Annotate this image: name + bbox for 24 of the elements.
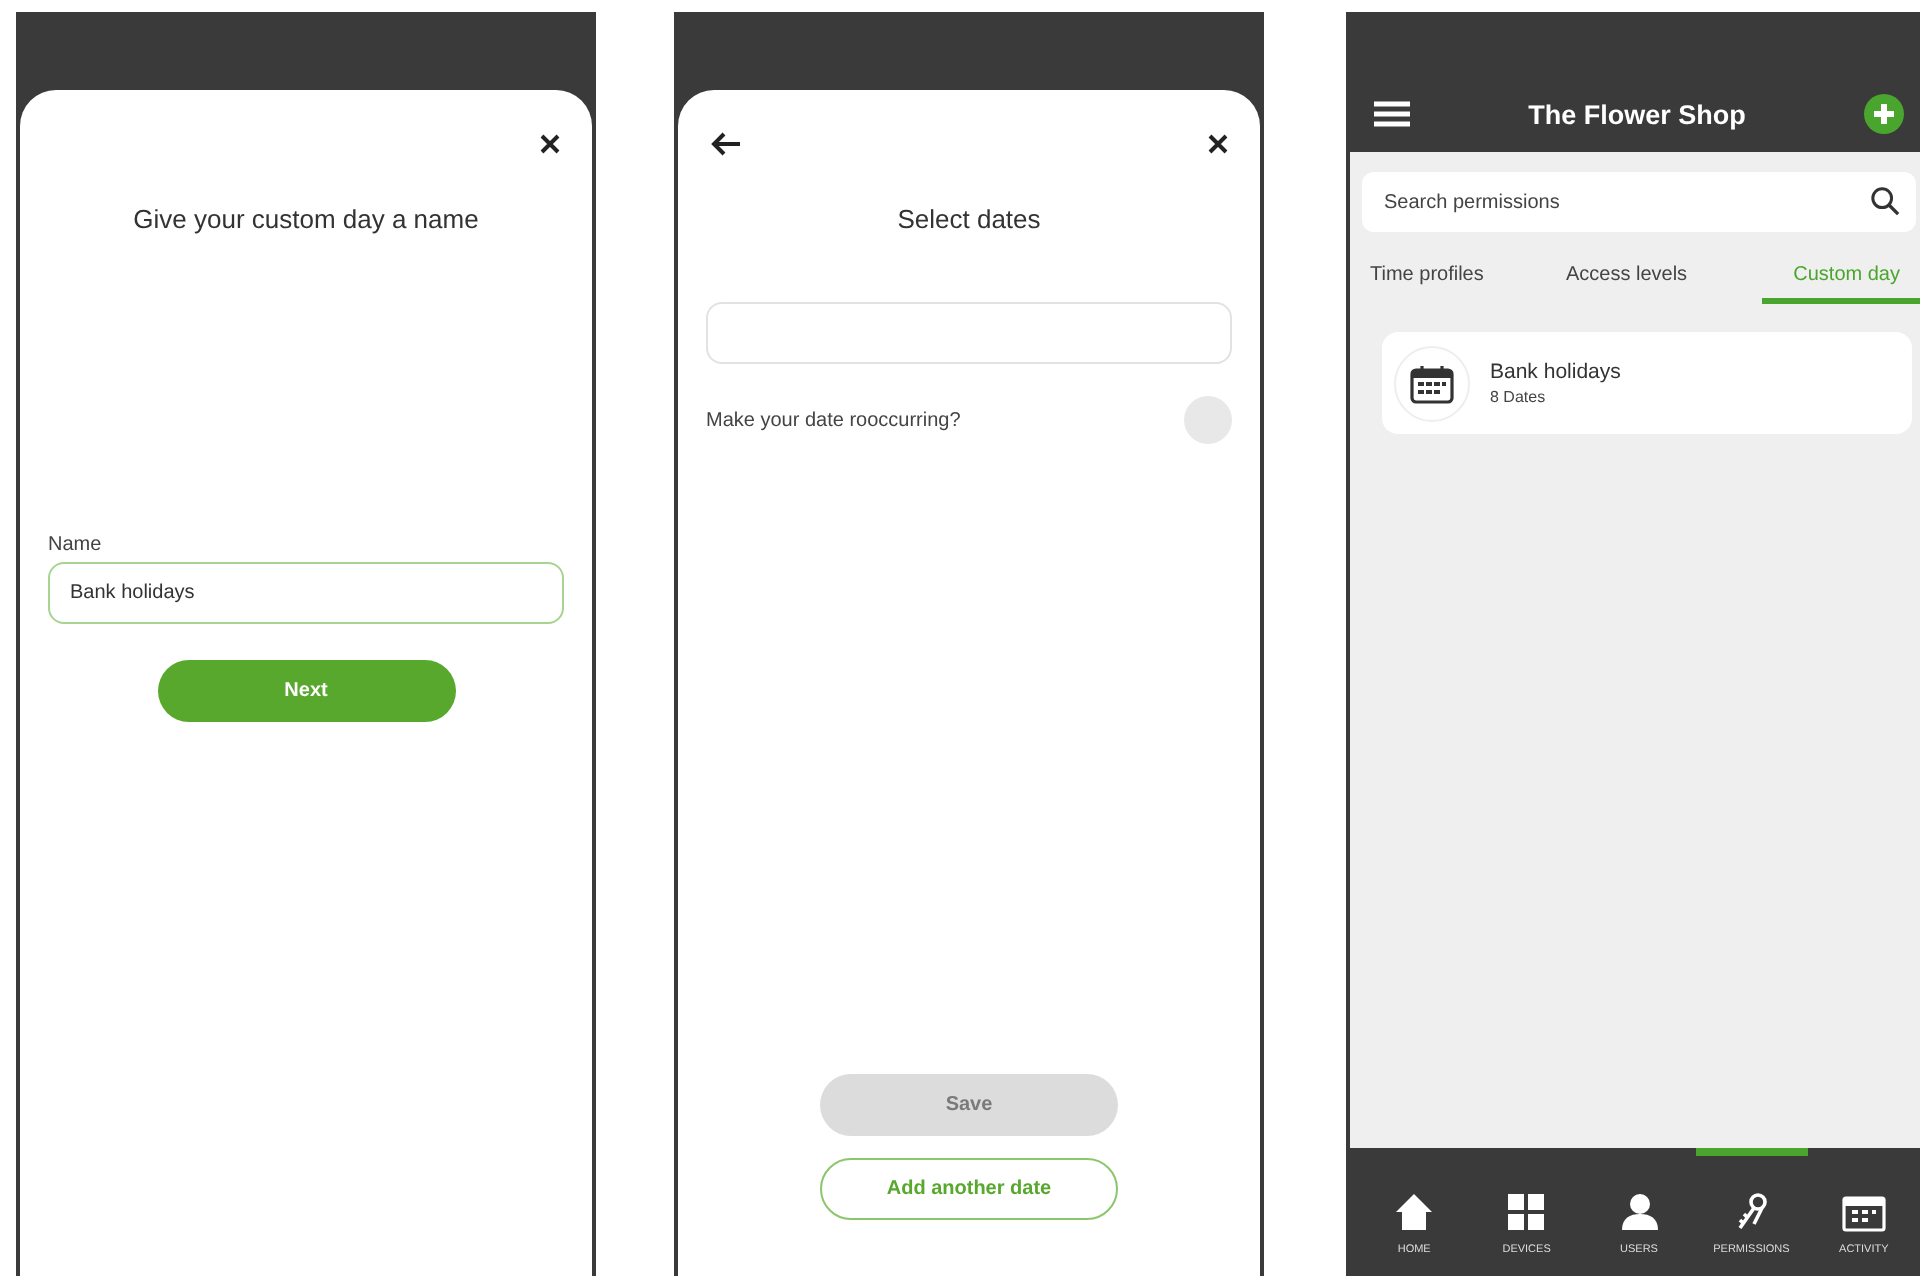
calendar-icon — [1394, 345, 1470, 421]
card-subtitle: 8 Dates — [1490, 388, 1548, 406]
user-icon — [1619, 1192, 1659, 1232]
back-arrow-icon[interactable] — [710, 132, 742, 156]
app-title: The Flower Shop — [1526, 100, 1748, 130]
close-icon[interactable] — [1208, 134, 1228, 154]
grid-icon — [1506, 1192, 1547, 1232]
search-field[interactable]: Search permissions — [1362, 172, 1916, 232]
tab[interactable]: Time profiles — [1362, 256, 1492, 304]
search-icon[interactable] — [1870, 186, 1900, 216]
home-icon — [1394, 1192, 1435, 1232]
close-icon[interactable] — [540, 134, 560, 154]
calendar-icon — [1841, 1192, 1886, 1232]
sheet-title: Select dates — [895, 204, 1043, 234]
custom-day-card[interactable]: Bank holidays 8 Dates — [1382, 332, 1912, 434]
recurring-label: Make your date rooccurring? — [706, 409, 961, 431]
tab[interactable]: Access levels — [1557, 256, 1696, 304]
date-input-field[interactable] — [706, 302, 1232, 364]
name-input-field[interactable]: Bank holidays — [48, 562, 564, 624]
field-label: Name — [48, 534, 104, 556]
add-icon[interactable] — [1864, 94, 1904, 134]
card-title: Bank holidays — [1490, 360, 1621, 384]
sheet-title: Give your custom day a name — [131, 204, 481, 234]
menu-icon[interactable] — [1374, 100, 1410, 128]
